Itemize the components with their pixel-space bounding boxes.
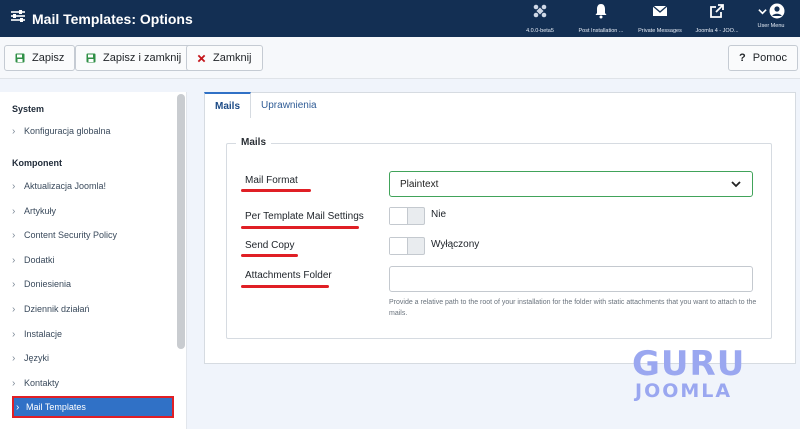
sidebar-section-system: System [12, 104, 45, 114]
sidebar-item-label: Mail Templates [26, 402, 86, 412]
chevron-right-icon: › [12, 303, 16, 315]
chevron-down-icon [730, 178, 742, 190]
sidebar-item-mail-templates[interactable]: › Mail Templates [12, 396, 174, 418]
external-link-icon [709, 3, 725, 24]
attachments-folder-input[interactable] [389, 266, 753, 292]
chevron-right-icon: › [12, 254, 16, 266]
toggle-knob [390, 238, 408, 254]
options-sliders-icon [10, 9, 26, 28]
send-copy-value: Wyłączony [431, 239, 480, 250]
question-icon: ? [739, 52, 746, 64]
highlight-underline [241, 254, 298, 257]
watermark-line2: JOOMLA [635, 380, 733, 402]
header-title-wrap: Mail Templates: Options [10, 0, 193, 37]
chevron-right-icon: › [12, 377, 16, 389]
help-label: Pomoc [752, 52, 787, 64]
floppy-disk-icon [15, 53, 25, 63]
version-label: 4.0.0-beta5 [526, 28, 554, 34]
close-button[interactable]: Zamknij [186, 45, 263, 71]
sidebar-item-label: Instalacje [24, 329, 63, 339]
save-and-close-button[interactable]: Zapisz i zamknij [75, 45, 193, 71]
floppy-disk-icon [86, 53, 96, 63]
watermark-line1: GURU [632, 344, 746, 384]
sidebar-item-label: Dodatki [24, 255, 55, 265]
per-template-label: Per Template Mail Settings [245, 211, 364, 222]
sidebar-section-component: Komponent [12, 158, 62, 168]
sidebar-item-articles[interactable]: › Artykuły [12, 201, 172, 221]
chevron-right-icon: › [12, 229, 16, 241]
sidebar-item-global-configuration[interactable]: › Konfiguracja globalna [12, 121, 172, 141]
page-title: Mail Templates: Options [32, 10, 193, 27]
sidebar-item-label: Dziennik działań [24, 304, 90, 314]
sidebar-item-label: Aktualizacja Joomla! [24, 181, 107, 191]
private-messages-label: Private Messages [638, 28, 682, 34]
save-label: Zapisz [32, 52, 65, 64]
sidebar-item-installations[interactable]: › Instalacje [12, 324, 172, 344]
tab-permissions[interactable]: Uprawnienia [251, 92, 327, 118]
sidebar-item-label: Doniesienia [24, 279, 72, 289]
chevron-right-icon: › [12, 328, 16, 340]
per-template-toggle[interactable] [389, 207, 425, 225]
joomla-icon [532, 3, 548, 24]
mail-format-select[interactable]: Plaintext [389, 171, 753, 197]
save-and-close-label: Zapisz i zamknij [103, 52, 182, 64]
close-label: Zamknij [213, 52, 252, 64]
user-menu-item[interactable]: User Menu [736, 3, 800, 35]
sidebar-item-label: Konfiguracja globalna [24, 126, 111, 136]
sidebar-item-extensions[interactable]: › Dodatki [12, 250, 172, 270]
fieldset-legend: Mails [236, 137, 272, 148]
sidebar-item-news[interactable]: › Doniesienia [12, 274, 172, 294]
sidebar-item-joomla-update[interactable]: › Aktualizacja Joomla! [12, 176, 172, 196]
help-button[interactable]: ? Pomoc [728, 45, 798, 71]
user-icon [769, 3, 785, 19]
user-menu-icons [757, 3, 785, 19]
mail-format-value: Plaintext [400, 178, 439, 190]
highlight-underline [241, 189, 311, 192]
mail-format-label: Mail Format [245, 175, 298, 186]
bell-icon [593, 3, 609, 24]
chevron-down-icon [757, 7, 767, 16]
save-button[interactable]: Zapisz [4, 45, 76, 71]
chevron-right-icon: › [12, 205, 16, 217]
user-menu-label: User Menu [757, 23, 785, 29]
toolbar: Zapisz Zapisz i zamknij Zamknij ? Pomoc [0, 37, 800, 79]
tab-mails[interactable]: Mails [204, 92, 252, 118]
chevron-right-icon: › [12, 278, 16, 290]
app-header: Mail Templates: Options 4.0.0-beta5 Post… [0, 0, 800, 37]
post-installation-label: Post Installation ... [578, 28, 624, 34]
attachments-folder-label: Attachments Folder [245, 270, 332, 281]
send-copy-label: Send Copy [245, 240, 295, 251]
sidebar-item-label: Artykuły [24, 206, 57, 216]
per-template-value: Nie [431, 209, 447, 220]
sidebar-scrollbar[interactable] [177, 94, 185, 349]
chevron-right-icon: › [16, 401, 20, 413]
chevron-right-icon: › [12, 125, 16, 137]
site-link-label: Joomla 4 - JOO... [695, 28, 739, 34]
envelope-icon [652, 3, 668, 24]
sidebar-item-languages[interactable]: › Języki [12, 348, 172, 368]
highlight-underline [241, 226, 359, 229]
send-copy-toggle[interactable] [389, 237, 425, 255]
sidebar-item-label: Kontakty [24, 378, 60, 388]
version-item[interactable]: 4.0.0-beta5 [505, 3, 575, 35]
guru-joomla-watermark: GURU JOOMLA [632, 344, 744, 404]
sidebar-item-content-security-policy[interactable]: › Content Security Policy [12, 225, 172, 245]
chevron-right-icon: › [12, 180, 16, 192]
sidebar-item-action-log[interactable]: › Dziennik działań [12, 299, 172, 319]
sidebar-item-label: Content Security Policy [24, 230, 118, 240]
options-tabs: Mails Uprawnienia [204, 92, 327, 118]
sidebar-item-contacts[interactable]: › Kontakty [12, 373, 172, 393]
highlight-underline [241, 285, 329, 288]
attachments-folder-hint: Provide a relative path to the root of y… [389, 299, 757, 317]
chevron-right-icon: › [12, 352, 16, 364]
options-sidebar: System › Konfiguracja globalna Komponent… [0, 92, 187, 429]
sidebar-item-label: Języki [24, 353, 50, 363]
close-icon [197, 54, 206, 63]
toggle-knob [390, 208, 408, 224]
